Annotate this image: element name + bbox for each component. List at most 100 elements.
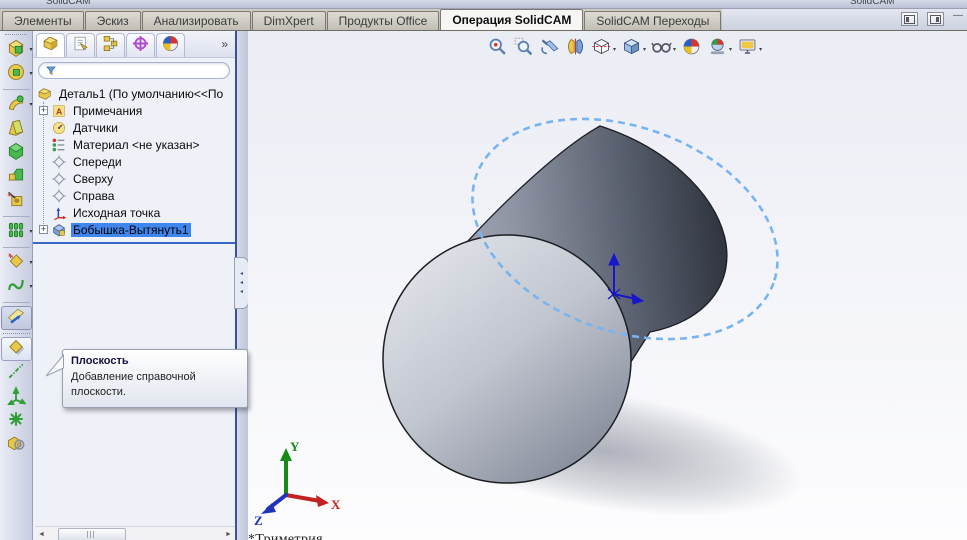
- zoom-fit-button[interactable]: [486, 35, 509, 63]
- expand-toggle-icon[interactable]: +: [39, 106, 48, 115]
- panel-collapse-handle[interactable]: ◂ ◂ ◂: [234, 257, 249, 309]
- material-icon: [51, 137, 67, 153]
- tab-продукты-office[interactable]: Продукты Office: [326, 11, 440, 30]
- hide-show-button[interactable]: ▾: [650, 35, 677, 63]
- tree-filter-input[interactable]: [61, 63, 223, 78]
- pane-tab-propertymanager[interactable]: [66, 33, 95, 57]
- dropdown-arrow-icon[interactable]: ▾: [759, 46, 762, 53]
- tree-item-материал-не-указан[interactable]: Материал <не указан>: [33, 136, 235, 153]
- toolbar-separator: [2, 247, 30, 248]
- hide-show-icon: [651, 36, 672, 62]
- part-icon: [37, 86, 53, 102]
- expand-toggle-icon[interactable]: +: [39, 225, 48, 234]
- draft-button[interactable]: [1, 165, 32, 189]
- collapse-pane-left-button[interactable]: [901, 12, 918, 26]
- linear-pattern-button[interactable]: ▾: [1, 220, 33, 244]
- collapse-pane-right-button[interactable]: [927, 12, 944, 26]
- instant3d-button[interactable]: [0, 306, 32, 330]
- tooltip-pointer: [46, 354, 64, 377]
- axis-button[interactable]: [1, 361, 32, 385]
- lofted-boss-button[interactable]: [1, 117, 32, 141]
- extruded-boss-button[interactable]: ▾: [1, 38, 33, 62]
- annotations-icon: A: [51, 103, 67, 119]
- triad-x-label: X: [331, 497, 341, 512]
- origin-icon: [51, 205, 67, 221]
- swept-boss-button[interactable]: ▾: [1, 93, 33, 117]
- command-manager-tabs: Элементы Эскиз Анализировать DimXpert Продук…: [0, 9, 967, 31]
- tree-item-сверху[interactable]: Сверху: [33, 170, 235, 187]
- svg-text:A: A: [56, 106, 63, 116]
- plane-tooltip: Плоскость Добавление справочной плоскост…: [46, 349, 248, 408]
- tree-item-справа[interactable]: Справа: [33, 187, 235, 204]
- panel-splitter[interactable]: ◂ ◂ ◂: [234, 31, 249, 540]
- curves-button[interactable]: ▾: [1, 275, 33, 300]
- pane-tab-displaymanager[interactable]: [156, 33, 185, 57]
- dropdown-arrow-icon[interactable]: ▾: [643, 46, 646, 53]
- tabbar-right-controls: —: [901, 11, 963, 26]
- graphics-area[interactable]: ▾ ▾ ▾ ▾ ▾ Y X Z *Триметрия: [248, 31, 967, 540]
- display-style-icon: [621, 36, 642, 62]
- lofted-boss-icon: [6, 117, 26, 142]
- top-strip-text: SolidCAM: [850, 0, 895, 7]
- tab-элементы[interactable]: Элементы: [2, 11, 84, 30]
- tree-item-исходная-точка[interactable]: Исходная точка: [33, 204, 235, 221]
- rollback-bar[interactable]: [33, 242, 235, 244]
- reference-geometry-button[interactable]: ▾: [1, 251, 33, 276]
- plane-ref-icon: [51, 171, 67, 187]
- dropdown-arrow-icon[interactable]: ▾: [729, 46, 732, 53]
- revolved-boss-icon: [6, 62, 26, 87]
- edit-appearance-icon: [681, 36, 702, 62]
- plane-ref-icon: [51, 188, 67, 204]
- pane-tab-dimxpertmanager[interactable]: [126, 33, 155, 57]
- hole-wizard-button[interactable]: [1, 189, 32, 213]
- view-orientation-button[interactable]: ▾: [590, 35, 617, 63]
- section-view-button[interactable]: [564, 35, 587, 63]
- scrollbar-right-arrow-icon[interactable]: ►: [222, 531, 235, 538]
- tree-item-label: Деталь1 (По умолчанию<<По: [59, 86, 224, 101]
- manager-pane-tabs: »: [33, 31, 235, 58]
- tree-horizontal-scrollbar[interactable]: ◄ ►: [35, 526, 235, 540]
- toolbar-separator: [2, 302, 30, 303]
- boss-extrude-icon: [51, 222, 67, 238]
- zoom-fit-icon: [487, 36, 508, 62]
- tree-item-спереди[interactable]: Спереди: [33, 153, 235, 170]
- reference-geometry-icon: [6, 251, 26, 276]
- tree-item-примечания[interactable]: + A Примечания: [33, 102, 235, 119]
- pane-tab-featuremanager[interactable]: [36, 33, 65, 57]
- draft-icon: [6, 165, 26, 190]
- tree-root-деталь1-по-умолчанию-по[interactable]: Деталь1 (По умолчанию<<По: [33, 85, 235, 102]
- view-settings-button[interactable]: ▾: [736, 35, 763, 63]
- curves-icon: [6, 275, 26, 300]
- tab-dimxpert[interactable]: DimXpert: [251, 11, 326, 30]
- minimize-icon[interactable]: —: [953, 11, 963, 21]
- tab-solidcam-переходы[interactable]: SolidCAM Переходы: [584, 11, 722, 30]
- scrollbar-left-arrow-icon[interactable]: ◄: [35, 531, 48, 538]
- edit-appearance-button[interactable]: [680, 35, 703, 63]
- tab-анализировать[interactable]: Анализировать: [141, 11, 251, 30]
- top-strip-text: SolidCAM: [46, 0, 91, 7]
- tab-операция-solidcam[interactable]: Операция SolidCAM: [440, 9, 584, 30]
- toolbar-grip[interactable]: [5, 34, 27, 35]
- zoom-area-button[interactable]: [512, 35, 535, 63]
- pane-tabs-overflow-chevron[interactable]: »: [221, 37, 228, 51]
- mate-reference-button[interactable]: [1, 433, 32, 457]
- model-cylinder[interactable]: [382, 79, 808, 484]
- plane-button[interactable]: [0, 337, 32, 361]
- point-button[interactable]: [1, 409, 32, 433]
- revolved-boss-button[interactable]: ▾: [1, 62, 33, 87]
- tree-item-бобышка-вытянуть1[interactable]: + Бобышка-Вытянуть1: [33, 221, 235, 238]
- pane-tab-configurationmanager[interactable]: [96, 33, 125, 57]
- dropdown-arrow-icon[interactable]: ▾: [673, 46, 676, 53]
- scrollbar-thumb[interactable]: [58, 527, 126, 540]
- tree-item-label: Бобышка-Вытянуть1: [71, 222, 191, 237]
- apply-scene-button[interactable]: ▾: [706, 35, 733, 63]
- boundary-boss-button[interactable]: [1, 141, 32, 165]
- solidworks-window: SolidCAM SolidCAM Элементы Эскиз Анализиро…: [0, 0, 967, 540]
- coordinate-system-button[interactable]: [1, 385, 32, 409]
- dropdown-arrow-icon[interactable]: ▾: [613, 46, 616, 53]
- display-style-button[interactable]: ▾: [620, 35, 647, 63]
- previous-view-button[interactable]: [538, 35, 561, 63]
- tab-эскиз[interactable]: Эскиз: [84, 11, 141, 30]
- configurationmanager-tab-icon: [101, 34, 120, 58]
- tree-item-датчики[interactable]: Датчики: [33, 119, 235, 136]
